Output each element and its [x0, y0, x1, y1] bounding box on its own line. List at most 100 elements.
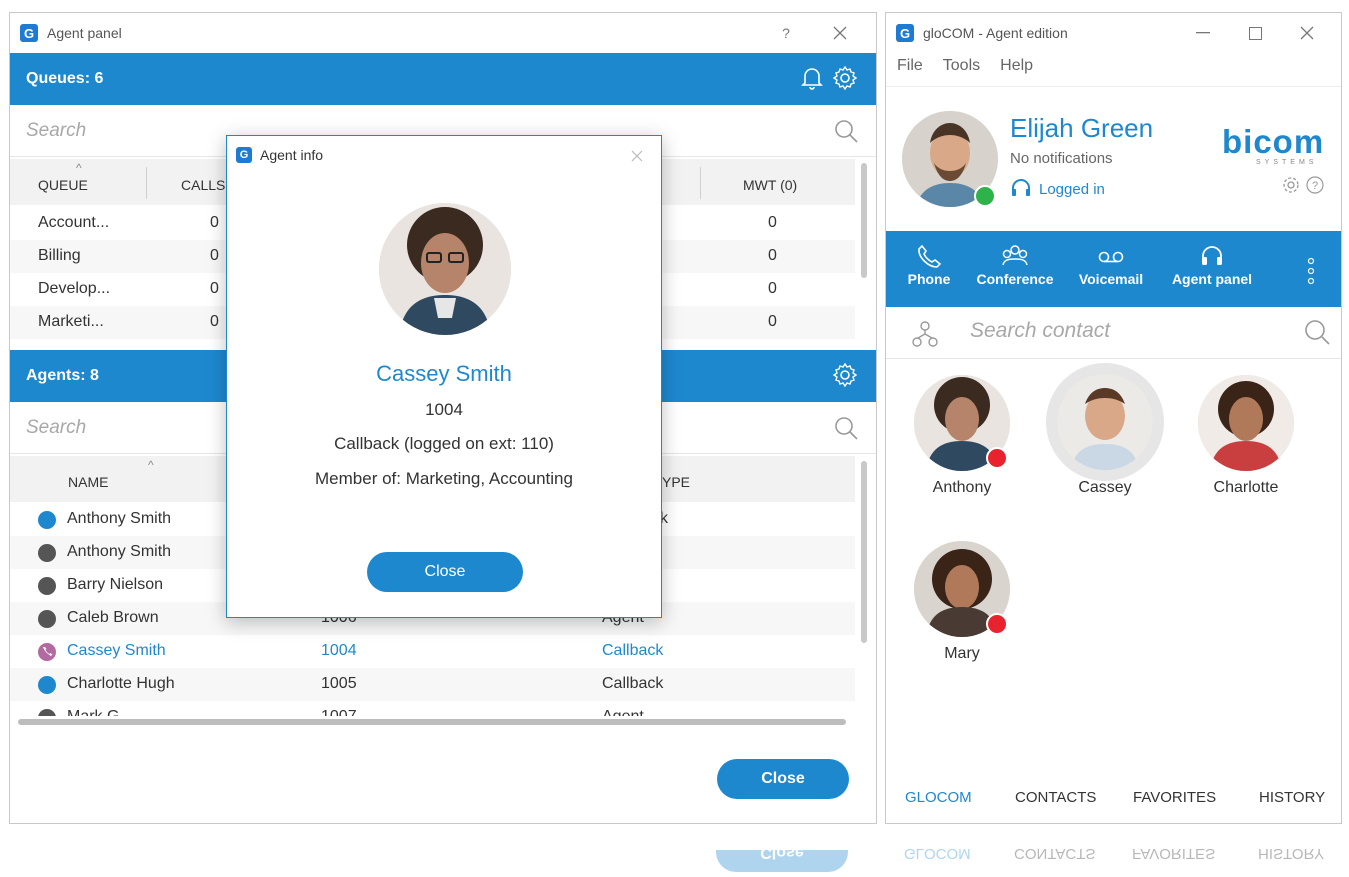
main-tab-bar: Phone Conference Voicemail Agent panel — [886, 231, 1341, 307]
contact-avatar — [1198, 375, 1294, 471]
conference-icon — [1002, 245, 1028, 266]
column-queue[interactable]: QUEUE — [38, 177, 88, 193]
tab-contacts[interactable]: CONTACTS — [1015, 789, 1096, 806]
column-calls[interactable]: CALLS — [181, 177, 225, 193]
search-icon[interactable] — [834, 416, 858, 440]
close-window-button[interactable] — [820, 13, 860, 53]
search-icon[interactable] — [834, 119, 858, 143]
notifications-text: No notifications — [1010, 150, 1113, 167]
tab-agent-panel[interactable]: Agent panel — [1162, 231, 1262, 307]
agent-panel-titlebar: G Agent panel ? — [10, 13, 876, 53]
status-dot — [38, 709, 56, 716]
dialog-close-button[interactable] — [617, 136, 657, 176]
agent-extension: 1004 — [425, 400, 463, 419]
headset-icon — [1012, 179, 1030, 196]
bell-icon[interactable] — [800, 65, 824, 91]
queues-header: Queues: 6 — [10, 53, 876, 105]
login-status[interactable]: Logged in — [1039, 181, 1105, 198]
phone-status-icon — [38, 643, 56, 661]
tab-glocom[interactable]: GLOCOM — [905, 789, 972, 806]
user-name: Elijah Green — [1010, 113, 1154, 143]
help-button[interactable]: ? — [766, 13, 806, 53]
contact-card[interactable]: Charlotte — [1198, 375, 1294, 497]
agents-scrollbar[interactable] — [861, 461, 867, 643]
svg-text:?: ? — [1312, 180, 1318, 192]
agents-title: Agents: 8 — [26, 367, 99, 384]
table-row-selected[interactable]: Cassey Smith 1004 Callback — [10, 635, 855, 668]
column-mwt[interactable]: MWT (0) — [743, 177, 797, 193]
window-title: Agent panel — [47, 25, 122, 41]
gear-icon[interactable] — [832, 65, 858, 91]
voicemail-icon — [1098, 251, 1124, 263]
glocom-window: G gloCOM - Agent edition File Tools Help… — [885, 12, 1342, 824]
help-icon[interactable]: ? — [1306, 176, 1324, 194]
glocom-logo-icon: G — [20, 24, 38, 42]
close-icon — [833, 26, 847, 40]
maximize-icon — [1248, 26, 1262, 40]
bicom-logo: bicom — [1222, 123, 1325, 160]
queues-title: Queues: 6 — [26, 70, 104, 87]
tab-phone[interactable]: Phone — [894, 231, 964, 307]
sort-caret-icon[interactable]: ^ — [148, 458, 154, 472]
agent-info-titlebar: G Agent info — [227, 136, 661, 174]
dialog-title: Agent info — [260, 147, 324, 163]
contacts-tree-icon[interactable] — [912, 320, 938, 348]
status-dot — [38, 676, 56, 694]
contact-card[interactable]: Anthony — [914, 375, 1010, 497]
close-button[interactable]: Close — [717, 759, 849, 799]
queues-search-input[interactable]: Search — [26, 120, 86, 142]
table-row[interactable]: Mark G...1007Agent — [10, 701, 855, 716]
tab-conference[interactable]: Conference — [970, 231, 1060, 307]
agent-name: Cassey Smith — [376, 361, 512, 386]
agent-info-dialog: G Agent info Cassey Smith 1004 Callback … — [226, 135, 662, 618]
busy-phone-icon — [986, 447, 1008, 469]
menu-bar: File Tools Help — [886, 57, 1033, 75]
search-icon[interactable] — [1304, 319, 1330, 345]
headset-icon — [1202, 246, 1222, 265]
agent-status: Callback (logged on ext: 110) — [334, 434, 554, 453]
close-button-reflection: Close — [716, 850, 848, 872]
bottom-tabs-reflection: GLOCOM CONTACTS FAVORITES HISTORY — [904, 845, 1325, 862]
close-icon — [1300, 26, 1314, 40]
menu-help[interactable]: Help — [1000, 57, 1033, 75]
online-status-badge — [974, 185, 996, 207]
glocom-titlebar: G gloCOM - Agent edition — [886, 13, 1341, 53]
settings-gear-icon[interactable] — [1282, 176, 1300, 194]
horizontal-scrollbar[interactable] — [18, 719, 846, 725]
agents-search-input[interactable]: Search — [26, 417, 86, 439]
glocom-logo-icon: G — [896, 24, 914, 42]
contact-card[interactable]: Mary — [914, 541, 1010, 663]
tab-history[interactable]: HISTORY — [1259, 789, 1325, 806]
column-name[interactable]: NAME — [68, 474, 108, 490]
contact-avatar-highlight — [1046, 363, 1164, 481]
status-dot — [38, 577, 56, 595]
contact-card-selected[interactable]: Cassey — [1046, 363, 1164, 497]
menu-file[interactable]: File — [897, 57, 923, 75]
contact-search-input[interactable]: Search contact — [970, 319, 1110, 343]
dialog-close-action[interactable]: Close — [367, 552, 523, 592]
queues-scrollbar[interactable] — [861, 163, 867, 278]
more-options-icon[interactable] — [1306, 257, 1316, 285]
agents-gear-icon[interactable] — [832, 362, 858, 388]
table-row[interactable]: Charlotte Hugh 1005 Callback — [10, 668, 855, 701]
tab-favorites[interactable]: FAVORITES — [1133, 789, 1216, 806]
tab-voicemail[interactable]: Voicemail — [1070, 231, 1152, 307]
agent-membership: Member of: Marketing, Accounting — [315, 469, 573, 488]
status-dot — [38, 511, 56, 529]
status-dot — [38, 544, 56, 562]
window-title: gloCOM - Agent edition — [923, 25, 1068, 41]
busy-phone-icon — [986, 613, 1008, 635]
close-icon — [631, 150, 643, 162]
status-dot — [38, 610, 56, 628]
agent-avatar — [379, 203, 511, 335]
menu-tools[interactable]: Tools — [943, 57, 980, 75]
maximize-button[interactable] — [1235, 13, 1275, 53]
glocom-logo-icon: G — [236, 147, 252, 163]
close-window-button[interactable] — [1287, 13, 1327, 53]
minimize-button[interactable] — [1183, 13, 1223, 53]
bicom-logo-subtitle: SYSTEMS — [1256, 159, 1318, 166]
sort-caret-icon[interactable]: ^ — [76, 161, 82, 175]
column-type[interactable]: YPE — [662, 474, 690, 490]
minimize-icon — [1196, 32, 1210, 34]
contact-search-row[interactable]: Search contact — [886, 307, 1341, 359]
